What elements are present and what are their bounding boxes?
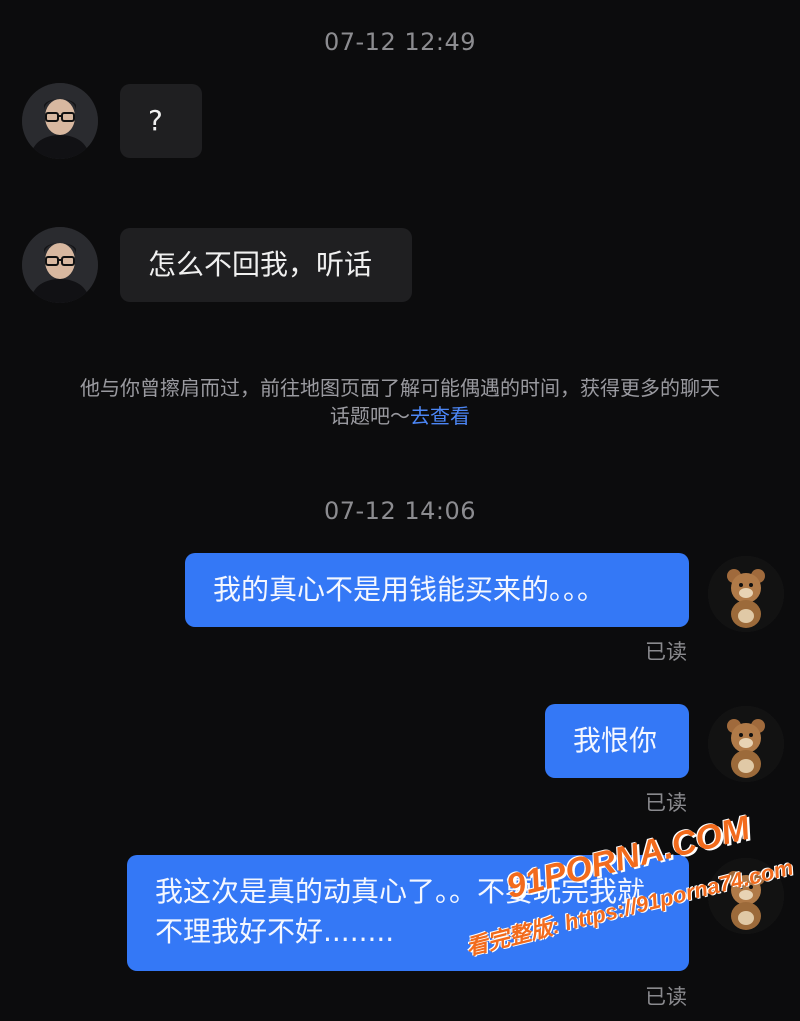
self-avatar[interactable] bbox=[708, 556, 784, 632]
contact-avatar[interactable] bbox=[22, 227, 98, 303]
message-text: ? bbox=[148, 104, 163, 137]
self-avatar[interactable] bbox=[708, 706, 784, 782]
message-text: 我的真心不是用钱能买来的。。。 bbox=[213, 573, 606, 606]
read-status: 已读 bbox=[645, 985, 687, 1009]
timestamp: 07-12 12:49 bbox=[323, 28, 477, 56]
message-text: 怎么不回我，听话 bbox=[148, 248, 373, 281]
incoming-message[interactable]: ? bbox=[120, 84, 202, 158]
teddy-bear-icon bbox=[708, 556, 784, 632]
timestamp: 07-12 14:06 bbox=[323, 497, 477, 525]
read-status: 已读 bbox=[645, 640, 687, 664]
view-map-link[interactable]: 去查看 bbox=[410, 404, 470, 428]
contact-avatar[interactable] bbox=[22, 83, 98, 159]
outgoing-message[interactable]: 我恨你 bbox=[545, 704, 689, 778]
teddy-bear-icon bbox=[708, 706, 784, 782]
system-notice: 他与你曾擦肩而过，前往地图页面了解可能偶遇的时间，获得更多的聊天话题吧～去查看 bbox=[80, 374, 720, 430]
notice-text: 他与你曾擦肩而过，前往地图页面了解可能偶遇的时间，获得更多的聊天话题吧～ bbox=[80, 376, 720, 428]
outgoing-message[interactable]: 我的真心不是用钱能买来的。。。 bbox=[185, 553, 689, 627]
read-status: 已读 bbox=[645, 791, 687, 815]
man-with-glasses-icon bbox=[22, 227, 98, 303]
message-text: 我恨你 bbox=[573, 724, 658, 757]
man-with-glasses-icon bbox=[22, 83, 98, 159]
incoming-message[interactable]: 怎么不回我，听话 bbox=[120, 228, 412, 302]
